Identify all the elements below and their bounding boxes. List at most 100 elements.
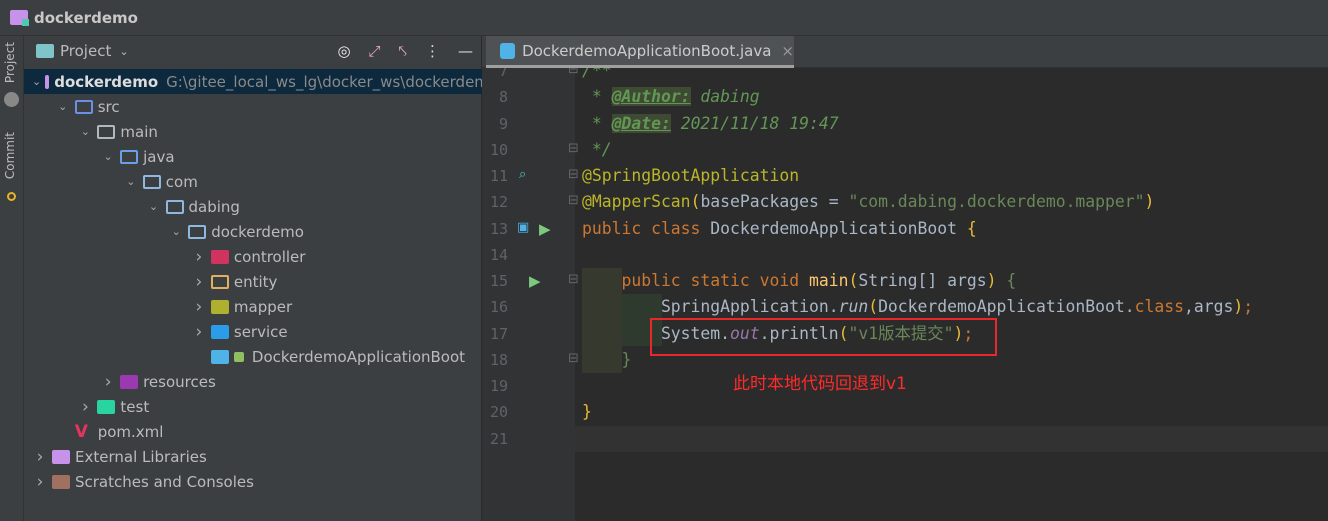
tree-item[interactable]: DockerdemoApplicationBoot — [24, 344, 482, 369]
project-panel: Project ⌄ ◎ ⤢ ⤣ ⋮ — ⌄ dockerdemo G:\gitee_… — [24, 36, 482, 521]
fold-icon[interactable]: ⊟ — [568, 141, 579, 156]
line-number: 10 — [489, 140, 508, 159]
chevron-right-icon[interactable]: › — [191, 322, 207, 342]
sidebar-tab-project[interactable]: Project — [3, 42, 17, 83]
tree-item-label: DockerdemoApplicationBoot — [251, 347, 466, 366]
chevron-right-icon[interactable]: › — [191, 247, 207, 267]
controller-folder-icon — [210, 249, 229, 264]
tree-item[interactable]: › resources — [24, 369, 482, 394]
tree-item[interactable]: ⌄ com — [24, 169, 482, 194]
hide-icon[interactable]: — — [458, 42, 473, 60]
chevron-right-icon[interactable]: › — [77, 397, 93, 417]
code-token: * — [582, 87, 612, 107]
fold-icon[interactable]: ⊟ — [568, 68, 579, 77]
project-folder-icon — [10, 10, 29, 26]
package-icon — [142, 174, 161, 189]
lock-icon — [233, 351, 244, 362]
expand-all-icon[interactable]: ⤢ — [369, 42, 381, 60]
spring-boot-class-icon — [500, 42, 516, 59]
chevron-down-icon[interactable]: ⌄ — [77, 125, 93, 138]
code-line: SpringApplication.run(DockerdemoApplicat… — [582, 294, 1253, 320]
commit-icon[interactable] — [7, 192, 16, 201]
chevron-right-icon[interactable]: › — [191, 297, 207, 317]
line-number: 17 — [489, 324, 508, 343]
code-editor[interactable]: 7 /** 8 * @Author: dabing 9 * @Date: 2021/1… — [482, 68, 1328, 521]
code-token: DockerdemoApplicationBoot. — [878, 297, 1135, 317]
tree-item-label: dockerdemo — [54, 72, 159, 91]
chevron-down-icon[interactable]: ⌄ — [100, 150, 116, 163]
run-main-icon[interactable]: ▶ — [529, 272, 541, 290]
tree-item[interactable]: ⌄ src — [24, 94, 482, 119]
code-token: ) — [1144, 192, 1155, 212]
chevron-right-icon[interactable]: › — [100, 372, 116, 392]
tree-item[interactable]: ⌄ dockerdemo — [24, 219, 482, 244]
maven-file-icon: V — [74, 421, 88, 442]
code-token: @MapperScan — [582, 192, 691, 212]
tree-item-label: com — [165, 172, 198, 191]
chevron-down-icon[interactable]: ⌄ — [32, 75, 41, 88]
module-path: G:\gitee_local_ws_lg\docker_ws\dockerdem… — [166, 72, 482, 91]
code-line: * @Author: dabing — [582, 84, 760, 110]
fold-icon[interactable]: ⊟ — [568, 272, 579, 287]
tree-item[interactable]: › entity — [24, 269, 482, 294]
tree-item[interactable]: › mapper — [24, 294, 482, 319]
code-token: /** — [582, 68, 612, 80]
code-token: ( — [690, 192, 701, 212]
chevron-down-icon[interactable]: ⌄ — [55, 100, 71, 113]
tree-item[interactable]: › service — [24, 319, 482, 344]
chevron-down-icon[interactable]: ⌄ — [119, 45, 128, 58]
locate-icon[interactable]: ◎ — [337, 42, 350, 60]
tree-item-label: dockerdemo — [211, 222, 304, 241]
tree-item[interactable]: › External Libraries — [24, 444, 482, 469]
line-number: 12 — [489, 193, 508, 212]
spring-bean-icon[interactable]: ▣ — [517, 220, 529, 235]
line-number: 14 — [489, 245, 508, 264]
tree-item-label: test — [120, 397, 150, 416]
collapse-all-icon[interactable]: ⤣ — [399, 42, 407, 60]
code-token: ( — [868, 297, 879, 317]
chevron-right-icon[interactable]: › — [191, 272, 207, 292]
project-view-selector[interactable]: Project — [60, 42, 111, 60]
tree-item-label: External Libraries — [75, 447, 207, 466]
libraries-icon — [52, 449, 70, 464]
chevron-down-icon[interactable]: ⌄ — [123, 175, 139, 188]
line-number: 9 — [498, 114, 508, 133]
tree-item[interactable]: ⌄ dabing — [24, 194, 482, 219]
code-token: @Date: — [611, 113, 671, 133]
tree-item[interactable]: › test — [24, 394, 482, 419]
sidebar-tab-commit[interactable]: Commit — [3, 132, 17, 179]
fold-icon[interactable]: ⊟ — [568, 351, 579, 366]
line-number: 16 — [489, 298, 508, 317]
code-token: * — [582, 113, 612, 133]
entity-folder-icon — [210, 274, 229, 289]
resources-folder-icon — [120, 374, 139, 389]
tree-item[interactable]: › controller — [24, 244, 482, 269]
fold-icon[interactable]: ⊟ — [568, 193, 579, 208]
project-view-icon — [36, 44, 54, 58]
tab-dockerdemo-application-boot[interactable]: DockerdemoApplicationBoot.java × — [486, 36, 794, 68]
code-line: @SpringBootApplication — [582, 163, 799, 189]
tree-item[interactable]: Vpom.xml — [24, 419, 482, 444]
more-icon[interactable]: ⋮ — [425, 42, 440, 60]
package-icon — [188, 224, 207, 239]
line-number: 8 — [498, 88, 508, 107]
current-line-highlight — [575, 425, 1328, 452]
fold-icon[interactable]: ⊟ — [568, 167, 579, 182]
chevron-down-icon[interactable]: ⌄ — [168, 225, 184, 238]
tree-item[interactable]: ⌄ java — [24, 144, 482, 169]
tree-item[interactable]: › Scratches and Consoles — [24, 469, 482, 494]
chevron-right-icon[interactable]: › — [32, 447, 48, 467]
tree-item[interactable]: ⌄ main — [24, 119, 482, 144]
chevron-right-icon[interactable]: › — [32, 472, 48, 492]
package-icon — [165, 199, 184, 214]
close-icon[interactable]: × — [781, 42, 794, 60]
usages-icon[interactable]: ⌕ — [519, 167, 526, 182]
run-icon[interactable]: ▶ — [539, 220, 551, 238]
tree-item-label: controller — [233, 247, 306, 266]
chevron-down-icon[interactable]: ⌄ — [146, 200, 162, 213]
tree-item[interactable]: ⌄ dockerdemo G:\gitee_local_ws_lg\docker_w… — [24, 69, 482, 94]
structure-icon[interactable] — [4, 92, 19, 107]
folder-icon — [97, 124, 116, 139]
tree-item-label: dabing — [188, 197, 240, 216]
code-line: public static void main(String[] args) { — [582, 268, 1016, 294]
